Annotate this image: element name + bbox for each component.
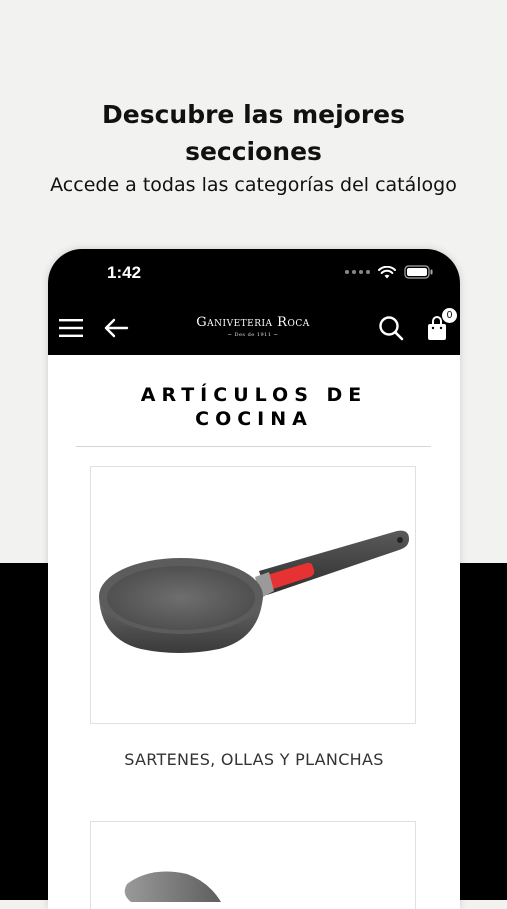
category-title: ARTÍCULOS DE COCINA [48,383,460,431]
menu-button[interactable] [56,313,86,343]
wifi-icon [378,265,396,278]
promo-headline-line1: Descubre las mejores [101,100,406,129]
category-card[interactable] [90,821,416,909]
back-button[interactable] [101,313,131,343]
search-icon [379,316,404,341]
logo-text: Ganiveteria Roca [196,315,310,330]
cart-count-badge: 0 [441,307,458,324]
promo-headline-line2: secciones [185,137,322,166]
app-header: 1:42 Ganiveteria Roca ~ Des de 1911 ~ 0 [48,249,460,355]
category-card[interactable] [90,466,416,724]
signal-icon [345,270,370,274]
cart-button[interactable]: 0 [422,307,458,343]
nav-bar: Ganiveteria Roca ~ Des de 1911 ~ 0 [48,301,460,355]
frying-pan-image [99,530,409,653]
phone-mockup: 1:42 Ganiveteria Roca ~ Des de 1911 ~ 0 … [48,249,460,909]
logo-tagline: ~ Des de 1911 ~ [227,332,279,338]
menu-icon [59,319,83,337]
search-button[interactable] [376,313,406,343]
promo-subheadline: Accede a todas las categorías del catálo… [50,174,457,196]
knife-image [124,871,221,902]
category-content: ARTÍCULOS DE COCINA SARTENES, OLLAS Y PL… [48,355,460,909]
brand-logo[interactable]: Ganiveteria Roca ~ Des de 1911 ~ [158,315,348,339]
category-title-line2: COCINA [195,408,313,430]
promo-headline: Descubre las mejores secciones [0,96,507,170]
category-card-label[interactable]: SARTENES, OLLAS Y PLANCHAS [48,750,460,770]
status-time: 1:42 [107,263,142,282]
back-arrow-icon [104,318,129,338]
battery-icon [404,265,433,279]
title-divider [76,446,431,447]
category-title-line1: ARTÍCULOS DE [140,384,368,406]
status-icons [345,265,434,279]
